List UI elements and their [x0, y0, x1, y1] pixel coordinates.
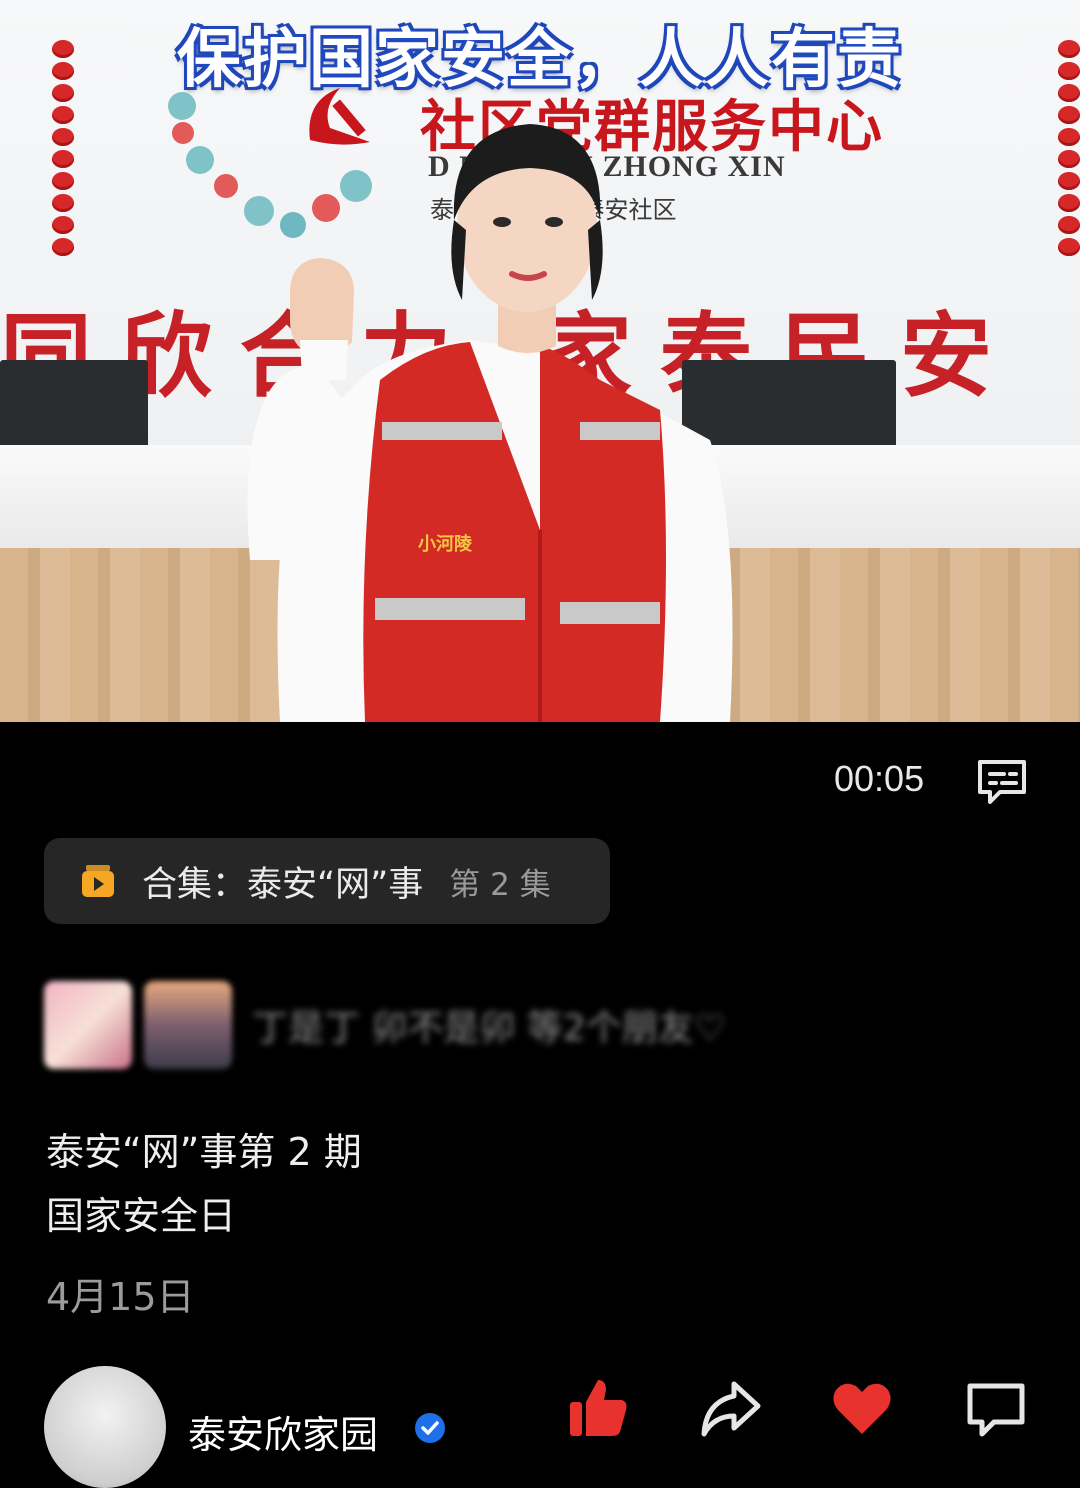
- monitor: [0, 360, 148, 448]
- post-date: 4月15日: [46, 1275, 195, 1319]
- post-description: 泰安“网”事第 2 期 国家安全日: [46, 1120, 362, 1248]
- video-time: 00:05: [834, 758, 925, 799]
- description-line: 国家安全日: [46, 1194, 237, 1238]
- author-name[interactable]: 泰安欣家园: [188, 1404, 378, 1459]
- collection-episode: 第 2 集: [449, 866, 551, 903]
- vest-logo-text: 小河陵: [418, 534, 472, 555]
- video-player[interactable]: 社区党群服务中心 D N FU WU ZHONG XIN 泰 泰路街道 · 泰安…: [0, 0, 1080, 722]
- verified-badge-icon: [415, 1413, 445, 1443]
- heart-icon[interactable]: [830, 1376, 894, 1440]
- collection-title: 合集：泰安“网”事: [142, 864, 424, 905]
- share-icon[interactable]: [698, 1376, 762, 1440]
- friend-avatar: [44, 981, 132, 1069]
- friend-avatar: [144, 981, 232, 1069]
- bottom-bar: 泰安欣家园: [0, 1360, 1080, 1488]
- friends-liked-row[interactable]: 丁是丁 卯不是卯 等2个朋友♡: [44, 978, 726, 1072]
- garland-flower: [214, 174, 238, 198]
- garland-flower: [186, 146, 214, 174]
- presenter: [247, 124, 733, 722]
- friends-liked-text: 丁是丁 卯不是卯 等2个朋友♡: [252, 1008, 727, 1049]
- collection-bar[interactable]: 合集：泰安“网”事 第 2 集: [44, 838, 610, 924]
- description-line: 泰安“网”事第 2 期: [46, 1130, 362, 1174]
- playlist-icon: [82, 865, 114, 897]
- thumbs-up-icon[interactable]: [566, 1376, 630, 1440]
- video-headline: 保护国家安全，人人有责: [177, 23, 903, 97]
- comment-icon[interactable]: [964, 1376, 1028, 1440]
- avatar[interactable]: [44, 1366, 166, 1488]
- danmu-icon[interactable]: [974, 756, 1030, 806]
- garland-flower: [172, 122, 194, 144]
